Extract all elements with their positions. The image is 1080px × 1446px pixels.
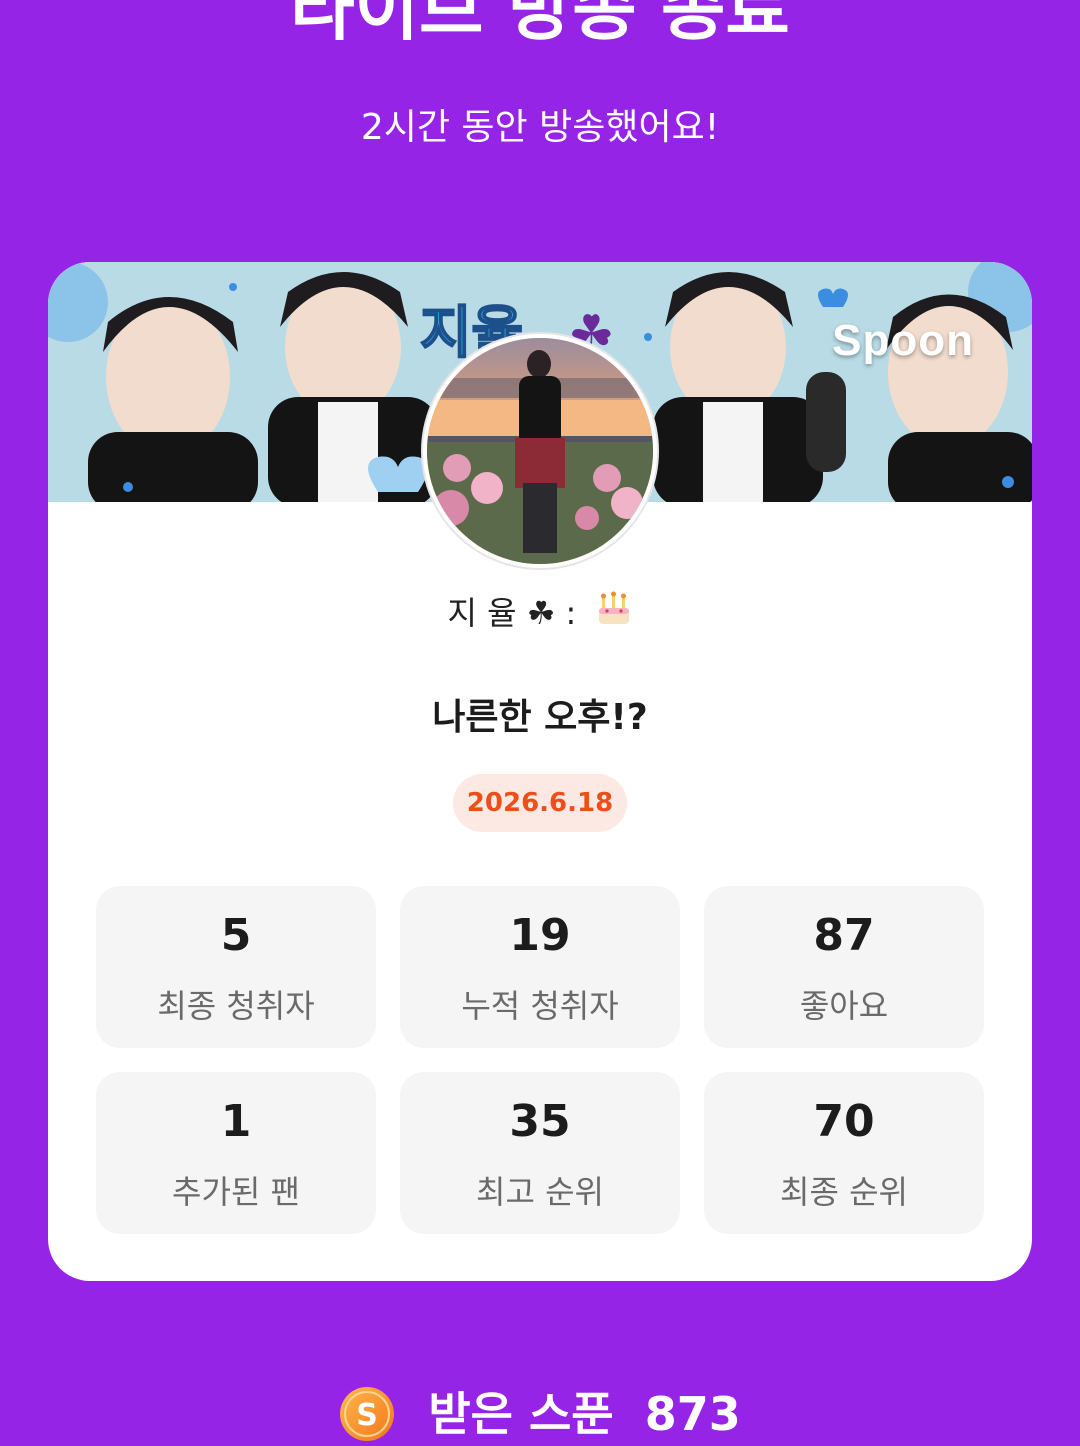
avatar[interactable] — [423, 334, 657, 568]
stat-label: 누적 청취자 — [461, 987, 619, 1025]
stat-label: 최종 순위 — [780, 1173, 908, 1211]
live-title: 나른한 오후!? — [432, 697, 648, 738]
stat-label: 최고 순위 — [476, 1173, 604, 1211]
date-badge: 2026.6.18 — [453, 774, 627, 832]
stat-label: 추가된 팬 — [172, 1173, 300, 1211]
stat-value: 35 — [509, 1096, 571, 1147]
stat-total-listeners: 19 누적 청취자 — [400, 886, 680, 1048]
stat-value: 1 — [220, 1096, 252, 1147]
received-spoons-label: 받은 스푼 — [428, 1387, 614, 1441]
received-spoons-summary: S 받은 스푼 873 — [0, 1384, 1080, 1444]
profile-name: 지 율 ☘︎ : — [48, 590, 1032, 640]
stat-new-fans: 1 추가된 팬 — [96, 1072, 376, 1234]
stat-final-rank: 70 최종 순위 — [704, 1072, 984, 1234]
stat-value: 87 — [813, 910, 875, 961]
stat-label: 좋아요 — [799, 987, 889, 1025]
received-spoons-value: 873 — [644, 1387, 741, 1441]
stat-likes: 87 좋아요 — [704, 886, 984, 1048]
spoon-logo: Spoon — [832, 316, 974, 365]
stat-label: 최종 청취자 — [157, 987, 315, 1025]
spoon-coin-icon: S — [339, 1386, 395, 1442]
profile-name-text: 지 율 ☘︎ : — [447, 594, 577, 632]
stat-value: 70 — [813, 1096, 875, 1147]
stat-value: 19 — [509, 910, 571, 961]
broadcast-duration-text: 2시간 동안 방송했어요! — [360, 107, 720, 148]
stat-final-listeners: 5 최종 청취자 — [96, 886, 376, 1048]
cake-icon — [595, 590, 633, 640]
stat-value: 5 — [220, 910, 252, 961]
broadcast-summary-card: 지율 ☘ Spoon 지 율 ☘︎: 나른한 오후!? 2026.6.18 5… — [48, 262, 1032, 1281]
stat-best-rank: 35 최고 순위 — [400, 1072, 680, 1234]
page-title: 라이브 방송 종료 — [290, 0, 790, 50]
svg-text:S: S — [356, 1398, 378, 1433]
